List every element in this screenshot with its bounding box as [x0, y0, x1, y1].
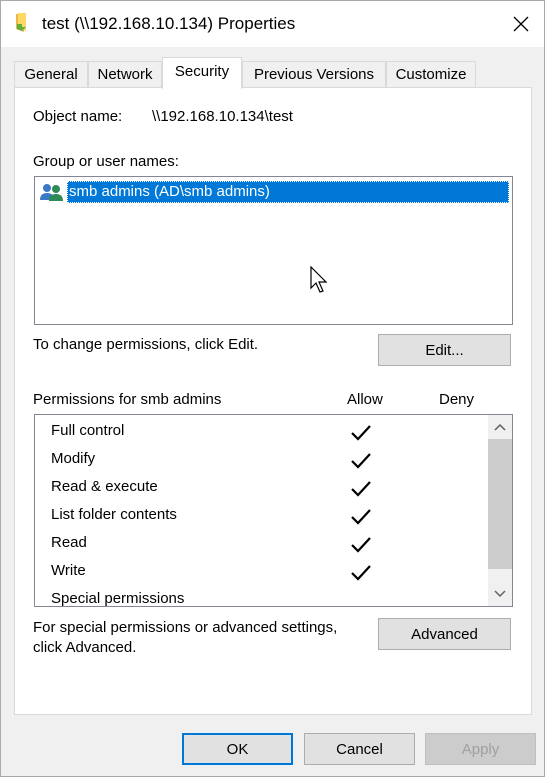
user-list[interactable]: smb admins (AD\smb admins): [34, 176, 513, 325]
permission-name: Modify: [51, 450, 96, 467]
allow-header: Allow: [347, 391, 383, 408]
special-permissions-text-line1: For special permissions or advanced sett…: [33, 619, 338, 636]
permissions-list[interactable]: Full control Modify Read & execute List …: [34, 414, 513, 607]
shared-folder-icon: [16, 13, 26, 32]
checkmark-icon: [351, 509, 371, 525]
permission-name: Full control: [51, 422, 125, 439]
tab-strip: General Network Security Previous Versio…: [14, 57, 534, 89]
advanced-button[interactable]: Advanced: [378, 618, 511, 650]
tab-network[interactable]: Network: [88, 61, 162, 88]
vertical-scrollbar[interactable]: [488, 415, 512, 606]
close-icon: [513, 16, 529, 32]
permission-name: List folder contents: [51, 506, 177, 523]
permissions-for-label: Permissions for smb admins: [33, 391, 222, 408]
cancel-button[interactable]: Cancel: [304, 733, 415, 765]
scroll-thumb[interactable]: [488, 439, 512, 569]
chevron-down-icon: [494, 590, 506, 598]
checkmark-icon: [351, 453, 371, 469]
permission-row: Read & execute: [35, 474, 487, 502]
permission-row: List folder contents: [35, 502, 487, 530]
close-button[interactable]: [498, 1, 544, 47]
permission-row: Write: [35, 558, 487, 586]
window-title: test (\\192.168.10.134) Properties: [42, 14, 296, 33]
apply-button[interactable]: Apply: [425, 733, 536, 765]
user-name: smb admins (AD\smb admins): [67, 181, 509, 203]
object-name-label: Object name:: [33, 108, 123, 125]
properties-dialog: test (\\192.168.10.134) Properties Gener…: [0, 0, 545, 777]
list-item[interactable]: smb admins (AD\smb admins): [39, 180, 509, 204]
permission-name: Special permissions: [51, 590, 185, 607]
security-tab-page: Object name: \\192.168.10.134\test Group…: [14, 87, 532, 715]
permission-row: Full control: [35, 418, 487, 446]
checkmark-icon: [351, 565, 371, 581]
edit-button[interactable]: Edit...: [378, 334, 511, 366]
permission-row: Read: [35, 530, 487, 558]
chevron-up-icon: [494, 423, 506, 431]
deny-header: Deny: [439, 391, 475, 408]
change-permissions-text: To change permissions, click Edit.: [33, 336, 259, 353]
tab-customize[interactable]: Customize: [386, 61, 476, 88]
special-permissions-text-line2: click Advanced.: [33, 639, 137, 656]
checkmark-icon: [351, 537, 371, 553]
permission-row: Modify: [35, 446, 487, 474]
object-name-value: \\192.168.10.134\test: [152, 108, 293, 125]
checkmark-icon: [351, 425, 371, 441]
users-icon: [40, 184, 63, 201]
tab-previous-versions[interactable]: Previous Versions: [242, 61, 386, 88]
checkmark-icon: [351, 481, 371, 497]
group-label: Group or user names:: [33, 153, 179, 170]
permission-name: Write: [51, 562, 86, 579]
tab-security[interactable]: Security: [162, 57, 242, 89]
title-bar: test (\\192.168.10.134) Properties: [1, 1, 544, 47]
tab-general[interactable]: General: [14, 61, 88, 88]
scroll-down-button[interactable]: [488, 582, 512, 606]
permission-row: Special permissions: [35, 586, 487, 607]
ok-button[interactable]: OK: [182, 733, 293, 765]
permission-name: Read: [51, 534, 87, 551]
scroll-up-button[interactable]: [488, 415, 512, 439]
permission-name: Read & execute: [51, 478, 158, 495]
